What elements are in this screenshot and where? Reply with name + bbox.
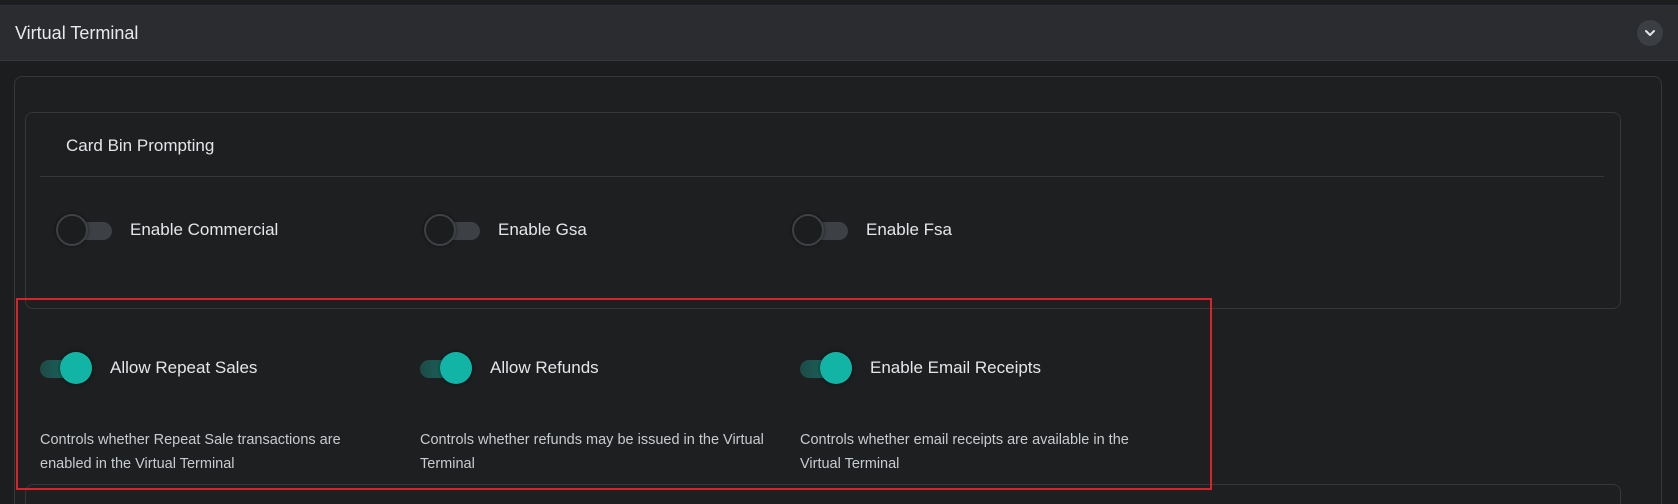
next-card <box>25 484 1621 504</box>
refunds-description: Controls whether refunds may be issued i… <box>420 428 790 476</box>
enable-commercial-switch[interactable] <box>56 214 112 246</box>
toggle-enable-fsa[interactable]: Enable Fsa <box>792 214 952 246</box>
description-line: Controls whether refunds may be issued i… <box>420 432 764 448</box>
description-line: enabled in the Virtual Terminal <box>40 456 235 472</box>
settings-page: Virtual Terminal Card Bin Prompting Enab… <box>0 0 1678 504</box>
toggle-label: Enable Commercial <box>130 220 279 239</box>
toggle-enable-gsa[interactable]: Enable Gsa <box>424 214 587 246</box>
allow-repeat-sales-switch[interactable] <box>36 352 92 384</box>
description-line: Controls whether email receipts are avai… <box>800 432 1129 448</box>
toggle-enable-email-receipts[interactable]: Enable Email Receipts <box>796 352 1041 384</box>
toggle-label: Allow Refunds <box>490 358 599 377</box>
enable-email-receipts-switch[interactable] <box>796 352 852 384</box>
description-line: Controls whether Repeat Sale transaction… <box>40 432 341 448</box>
toggle-label: Allow Repeat Sales <box>110 358 258 377</box>
toggle-allow-repeat-sales[interactable]: Allow Repeat Sales <box>36 352 257 384</box>
card-bin-prompting-title: Card Bin Prompting <box>66 136 215 155</box>
chevron-down-icon <box>1645 30 1655 36</box>
email-receipts-description: Controls whether email receipts are avai… <box>800 428 1170 476</box>
collapse-button[interactable] <box>1637 20 1663 46</box>
toggle-label: Enable Gsa <box>498 220 587 239</box>
enable-fsa-switch[interactable] <box>792 214 848 246</box>
card-bin-prompting-card <box>25 112 1621 309</box>
toggle-enable-commercial[interactable]: Enable Commercial <box>56 214 278 246</box>
toggle-label: Enable Fsa <box>866 220 952 239</box>
section-header[interactable]: Virtual Terminal <box>0 6 1678 61</box>
section-title: Virtual Terminal <box>15 23 139 43</box>
toggle-allow-refunds[interactable]: Allow Refunds <box>416 352 599 384</box>
card-divider <box>40 176 1604 177</box>
allow-refunds-switch[interactable] <box>416 352 472 384</box>
description-line: Virtual Terminal <box>800 456 900 472</box>
toggle-label: Enable Email Receipts <box>870 358 1042 377</box>
description-line: Terminal <box>420 456 475 472</box>
repeat-sales-description: Controls whether Repeat Sale transaction… <box>40 428 410 476</box>
enable-gsa-switch[interactable] <box>424 214 480 246</box>
